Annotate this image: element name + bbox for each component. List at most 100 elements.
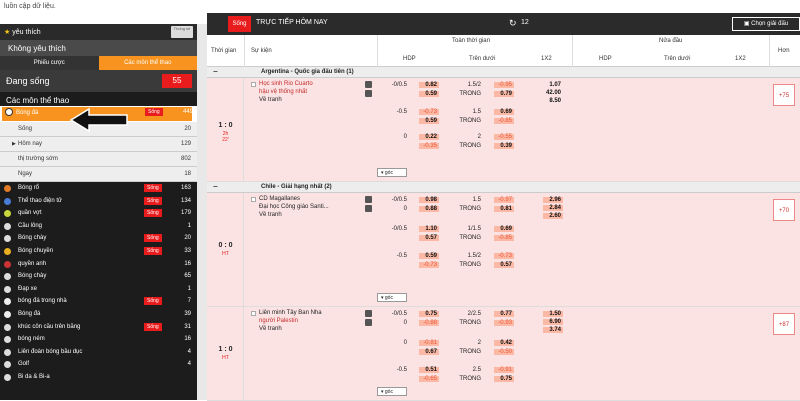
- sidebar-sport-item[interactable]: Bóng chuyền Sống 33: [0, 245, 197, 258]
- stats-icon[interactable]: [365, 81, 372, 88]
- tab-bet-slip[interactable]: Phiếu cược: [0, 56, 99, 70]
- odds-x[interactable]: 3.74: [543, 327, 563, 333]
- collapse-icon[interactable]: −: [213, 67, 218, 76]
- sidebar-sport-item[interactable]: Liên đoàn bóng bầu dục 4: [0, 346, 197, 359]
- sidebar-sport-item[interactable]: bóng ném 16: [0, 333, 197, 346]
- odds-home[interactable]: 0.22: [419, 134, 439, 140]
- odds-2[interactable]: 6.90: [543, 319, 563, 325]
- odds-away[interactable]: 0.59: [419, 118, 439, 124]
- sidebar-sport-item[interactable]: Bóng chày Sống 20: [0, 232, 197, 245]
- odds-home[interactable]: 0.59: [419, 253, 439, 259]
- stats-icon[interactable]: [365, 310, 372, 317]
- corner-dropdown[interactable]: ▾ góc: [377, 387, 407, 396]
- odds-away[interactable]: -0.73: [419, 262, 439, 268]
- odds-under[interactable]: 0.75: [494, 376, 514, 382]
- odds-x[interactable]: 2.60: [543, 213, 563, 219]
- league-header[interactable]: − Argentina - Quốc gia đấu tiên (1): [207, 67, 800, 78]
- sidebar-sport-item[interactable]: quần vợt Sống 179: [0, 207, 197, 220]
- sidebar-sport-item[interactable]: Cầu lông 1: [0, 220, 197, 233]
- refresh-icon[interactable]: ↻: [509, 18, 517, 29]
- odds-under[interactable]: -0.85: [494, 235, 514, 241]
- odds-away[interactable]: 0.59: [419, 91, 439, 97]
- odds-over[interactable]: -0.95: [494, 82, 514, 88]
- tv-icon[interactable]: [365, 319, 372, 326]
- sidebar-sport-item[interactable]: Bi da & Bi-a: [0, 371, 197, 384]
- sidebar-sport-item[interactable]: quyền anh 16: [0, 258, 197, 271]
- odds-home[interactable]: 0.51: [419, 367, 439, 373]
- sport-icon: [4, 260, 11, 268]
- sidebar-sport-item[interactable]: Golf 4: [0, 358, 197, 371]
- odds-under[interactable]: 0.81: [494, 206, 514, 212]
- sidebar-sport-item[interactable]: Bóng rổ Sống 163: [0, 182, 197, 195]
- odds-away[interactable]: 0.67: [419, 349, 439, 355]
- more-markets-button[interactable]: +75: [773, 84, 795, 106]
- collapse-icon[interactable]: −: [213, 182, 218, 191]
- sport-count: 1: [187, 222, 191, 229]
- odds-under[interactable]: -0.85: [494, 118, 514, 124]
- odds-over[interactable]: -0.91: [494, 367, 514, 373]
- odds-away[interactable]: 0.88: [419, 206, 439, 212]
- odds-home[interactable]: 0.75: [419, 311, 439, 317]
- favorites-header[interactable]: ★ yêu thích Thống kê: [0, 24, 197, 40]
- odds-over[interactable]: 0.42: [494, 340, 514, 346]
- odds-over[interactable]: -0.73: [494, 253, 514, 259]
- odds-1[interactable]: 1.50: [543, 311, 563, 317]
- odds-away[interactable]: -0.88: [419, 320, 439, 326]
- live-tab[interactable]: Sống: [228, 16, 251, 32]
- odds-under[interactable]: 0.57: [494, 262, 514, 268]
- odds-2[interactable]: 42.00: [543, 90, 563, 96]
- submenu-today[interactable]: ▶ Hôm nay 129: [0, 137, 197, 152]
- stats-icon[interactable]: [365, 196, 372, 203]
- odds-1[interactable]: 2.96: [543, 197, 563, 203]
- league-header[interactable]: − Chile - Giải hạng nhất (2): [207, 182, 800, 193]
- away-team: Đại học Công giáo Santi...: [259, 204, 329, 210]
- odds-over[interactable]: -0.55: [494, 134, 514, 140]
- sport-count: 16: [184, 260, 191, 267]
- odds-over[interactable]: 0.77: [494, 311, 514, 317]
- odds-away[interactable]: -0.65: [419, 376, 439, 382]
- odds-under[interactable]: -0.93: [494, 320, 514, 326]
- submenu-now[interactable]: Ngay 18: [0, 167, 197, 182]
- odds-over[interactable]: -0.97: [494, 197, 514, 203]
- odds-under[interactable]: -0.50: [494, 349, 514, 355]
- home-team: Học sinh Rio Cuarto: [259, 81, 313, 87]
- odds-2[interactable]: 2.84: [543, 205, 563, 211]
- odds-home[interactable]: -0.73: [419, 109, 439, 115]
- odds-away[interactable]: 0.57: [419, 235, 439, 241]
- sidebar-sport-item[interactable]: khúc côn cầu trên băng Sống 31: [0, 321, 197, 334]
- favorite-checkbox[interactable]: [251, 197, 256, 202]
- sidebar-sport-item[interactable]: Thể thao điện tử Sống 134: [0, 195, 197, 208]
- tv-icon[interactable]: [365, 90, 372, 97]
- sidebar-sport-item[interactable]: Bóng đá 39: [0, 308, 197, 321]
- total-line: 1.5: [472, 197, 481, 203]
- more-markets-button[interactable]: +87: [773, 313, 795, 335]
- favorite-checkbox[interactable]: [251, 311, 256, 316]
- sidebar-scrollbar[interactable]: [197, 24, 207, 400]
- odds-under[interactable]: 0.79: [494, 91, 514, 97]
- submenu-early[interactable]: thị trường sớm 802: [0, 152, 197, 167]
- corner-dropdown[interactable]: ▾ góc: [377, 168, 407, 177]
- odds-over[interactable]: 0.69: [494, 226, 514, 232]
- sidebar-sport-item[interactable]: bóng đá trong nhà Sống 7: [0, 295, 197, 308]
- sidebar-sport-item[interactable]: Bóng chày 65: [0, 270, 197, 283]
- odds-over[interactable]: 0.69: [494, 109, 514, 115]
- live-label: Đang sống: [6, 76, 50, 86]
- corner-dropdown[interactable]: ▾ góc: [377, 293, 407, 302]
- odds-x[interactable]: 8.50: [543, 98, 563, 104]
- stats-button[interactable]: Thống kê: [171, 26, 193, 38]
- odds-under[interactable]: 0.39: [494, 143, 514, 149]
- more-markets-button[interactable]: +70: [773, 199, 795, 221]
- odds-1[interactable]: 1.07: [543, 82, 563, 88]
- live-section[interactable]: Đang sống 55: [0, 70, 197, 92]
- odds-home[interactable]: 1.10: [419, 226, 439, 232]
- select-league-button[interactable]: ▣ Chọn giải đấu: [732, 17, 800, 31]
- sidebar: ★ yêu thích Thống kê Không yêu thích Phiế…: [0, 24, 197, 400]
- odds-away[interactable]: -0.35: [419, 143, 439, 149]
- tv-icon[interactable]: [365, 205, 372, 212]
- odds-home[interactable]: 0.98: [419, 197, 439, 203]
- odds-home[interactable]: -0.81: [419, 340, 439, 346]
- odds-home[interactable]: 0.82: [419, 82, 439, 88]
- favorite-checkbox[interactable]: [251, 82, 256, 87]
- tab-sports[interactable]: Các môn thể thao: [98, 56, 197, 70]
- sidebar-sport-item[interactable]: Đạp xe 1: [0, 283, 197, 296]
